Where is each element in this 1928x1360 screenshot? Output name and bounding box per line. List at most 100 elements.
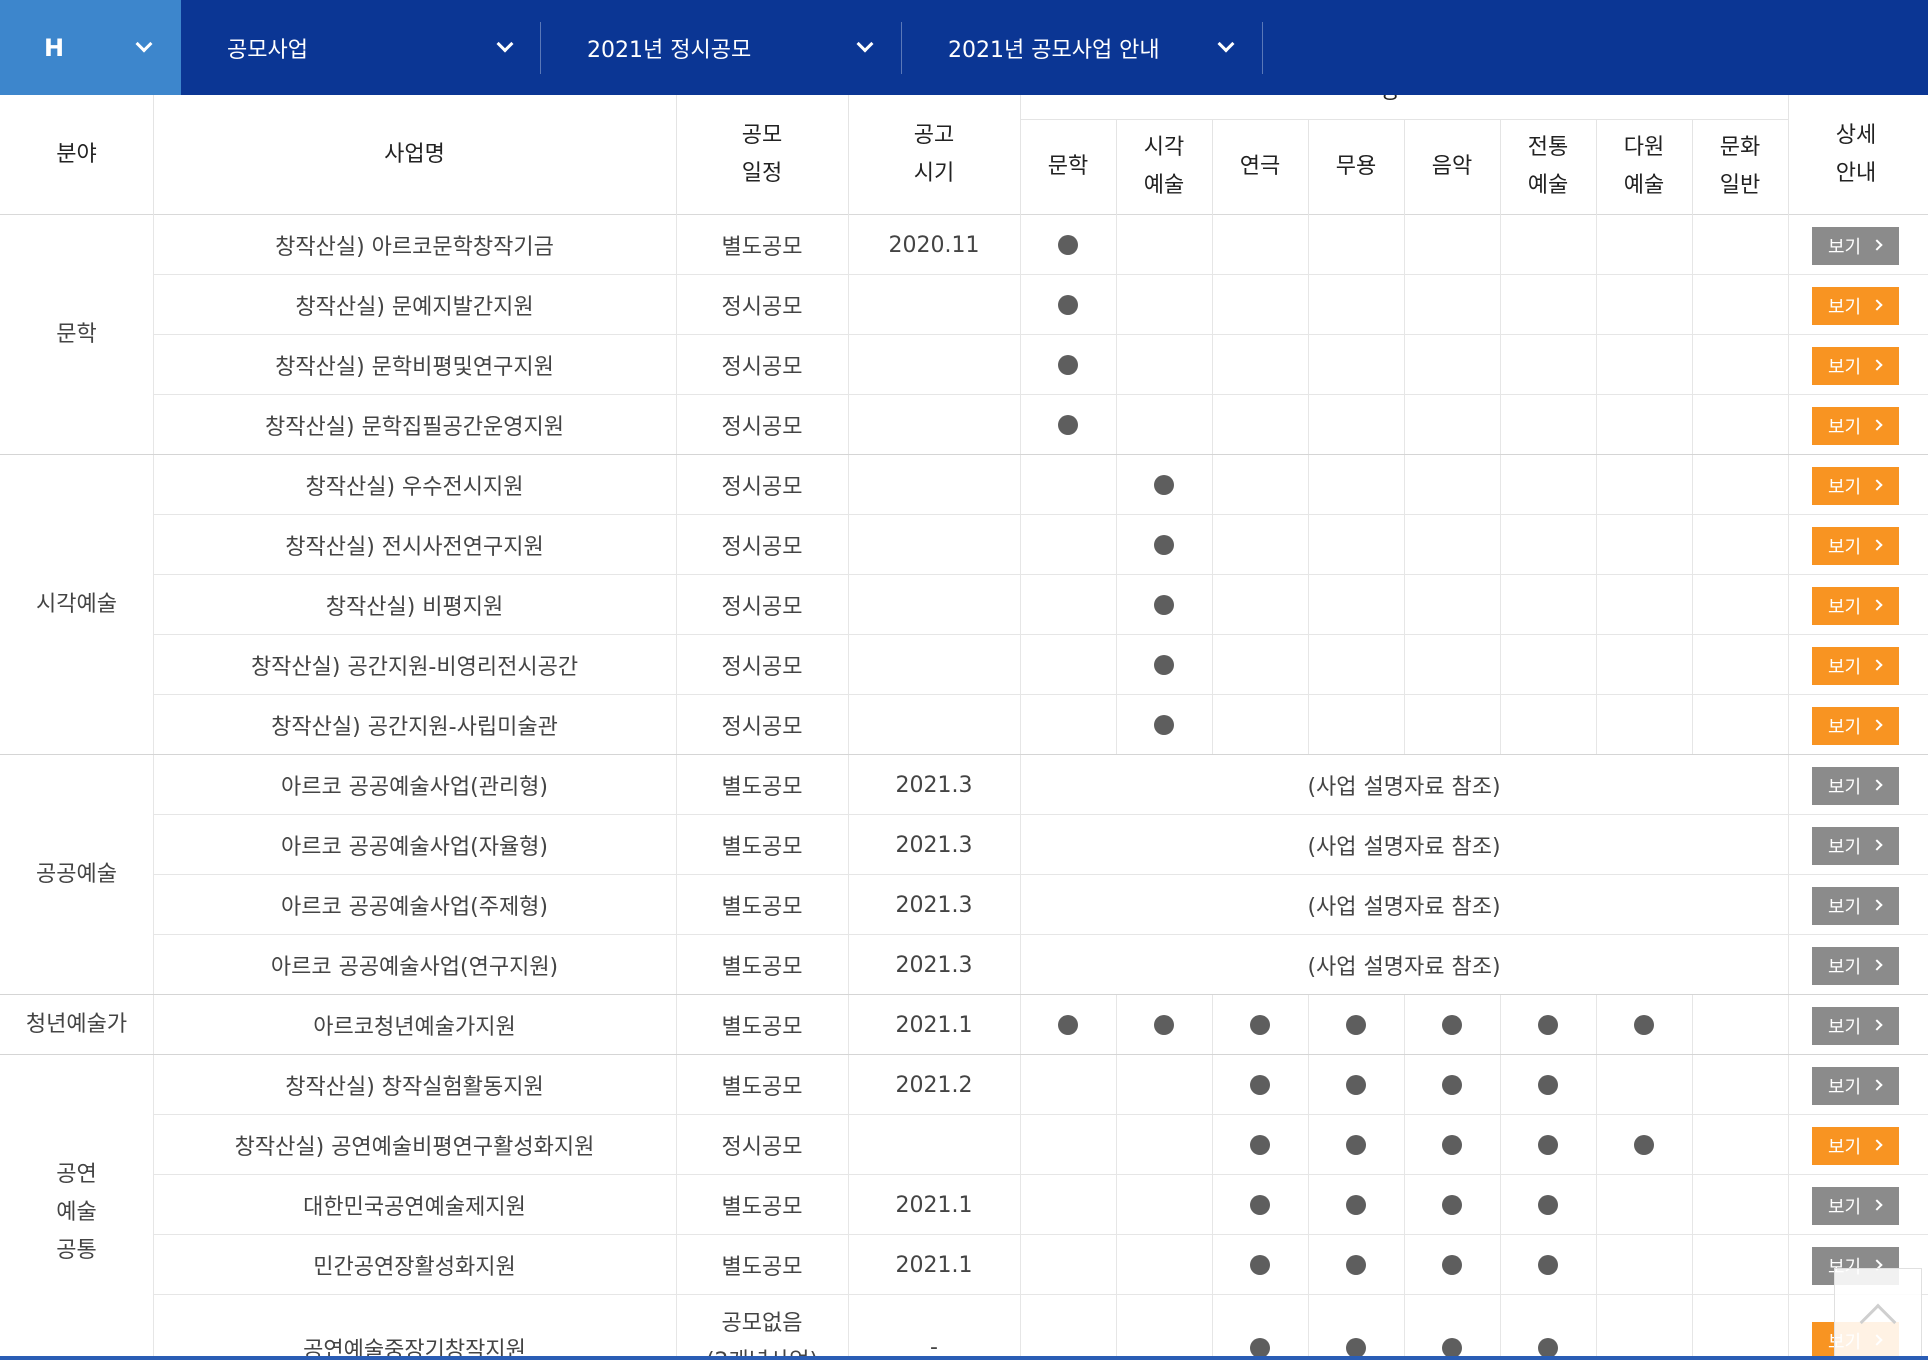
genre-cell: [1308, 635, 1404, 695]
table-row: 창작산실) 공연예술비평연구활성화지원 정시공모 보기: [0, 1115, 1928, 1175]
header-genre-line: 시각: [1143, 135, 1185, 160]
genre-cell: [1308, 575, 1404, 635]
header-genre-line: 일반: [1719, 173, 1761, 198]
genre-cell: [1692, 695, 1788, 755]
table-row: 창작산실) 우수전시지원 정시공모 보기: [0, 455, 1928, 515]
header-genre-line: 예술: [1623, 173, 1665, 198]
notice-cell: 2021.3: [895, 892, 973, 918]
nav-menu-3[interactable]: 2021년 공모사업 안내: [902, 0, 1262, 95]
column-divider: [1116, 1175, 1117, 1235]
view-button[interactable]: 보기: [1812, 767, 1899, 805]
genre-cell: [1500, 695, 1596, 755]
schedule-cell: 별도공모: [721, 775, 803, 800]
column-divider: [1020, 1235, 1021, 1295]
genre-cell: [1596, 575, 1692, 635]
genre-cell: [1212, 335, 1308, 395]
scroll-to-top-button[interactable]: [1834, 1268, 1922, 1360]
table-row: 창작산실) 문학집필공간운영지원 정시공모 보기: [0, 395, 1928, 455]
schedule-cell: 정시공모: [721, 475, 803, 500]
genre-cell: [1404, 275, 1500, 335]
view-button[interactable]: 보기: [1812, 1007, 1899, 1045]
header-detail: 상세 안내: [1788, 95, 1924, 215]
bullet-dot-icon: [1442, 1015, 1462, 1035]
bullet-dot-icon: [1250, 1075, 1270, 1095]
header-genre-line: 전통: [1527, 135, 1569, 160]
table-row: 아르코 공공예술사업(연구지원) 별도공모 2021.3 (사업 설명자료 참조) 보기: [0, 935, 1928, 995]
column-divider: [153, 995, 154, 1055]
genre-cell: [1116, 515, 1212, 575]
column-divider: [848, 695, 849, 755]
genre-cell: [1692, 1295, 1788, 1360]
notice-cell: [848, 455, 1020, 515]
view-button[interactable]: 보기: [1812, 467, 1899, 505]
column-divider: [1500, 1115, 1501, 1175]
column-divider: [1692, 455, 1693, 515]
genre-cell: [1500, 995, 1596, 1055]
column-divider: [1788, 575, 1789, 635]
bullet-dot-icon: [1154, 715, 1174, 735]
bullet-dot-icon: [1442, 1075, 1462, 1095]
genre-cell: [1116, 695, 1212, 755]
genre-cell: [1116, 1175, 1212, 1235]
chevron-right-icon: [1871, 779, 1883, 791]
column-divider: [1308, 1115, 1309, 1175]
genre-cell: [1212, 1235, 1308, 1295]
view-button[interactable]: 보기: [1812, 827, 1899, 865]
genre-cell: [1116, 635, 1212, 695]
column-divider: [1308, 995, 1309, 1055]
view-button[interactable]: 보기: [1812, 1127, 1899, 1165]
genre-cell: [1212, 575, 1308, 635]
reference-note: (사업 설명자료 참조): [1307, 895, 1501, 920]
view-button[interactable]: 보기: [1812, 1067, 1899, 1105]
view-button[interactable]: 보기: [1812, 587, 1899, 625]
view-button[interactable]: 보기: [1812, 647, 1899, 685]
column-divider: [1788, 1055, 1789, 1115]
genre-cell: [1596, 335, 1692, 395]
column-divider: [1692, 1295, 1693, 1360]
view-button[interactable]: 보기: [1812, 407, 1899, 445]
column-divider: [676, 455, 677, 515]
genre-cell: [1212, 515, 1308, 575]
header-project-name: 사업명: [384, 142, 445, 167]
genre-cell: [1308, 1295, 1404, 1360]
home-menu-button[interactable]: H: [0, 0, 181, 95]
bullet-dot-icon: [1538, 1015, 1558, 1035]
chevron-right-icon: [1871, 1079, 1883, 1091]
table-row: 창작산실) 창작실험활동지원 별도공모 2021.2 보기: [0, 1055, 1928, 1115]
column-divider: [848, 1055, 849, 1115]
chevron-right-icon: [1871, 239, 1883, 251]
nav-menu-1[interactable]: 공모사업: [181, 0, 541, 95]
field-line: 공공예술: [36, 862, 117, 887]
column-divider: [1404, 1115, 1405, 1175]
view-button[interactable]: 보기: [1812, 707, 1899, 745]
column-divider: [1020, 995, 1021, 1055]
header-notice-line: 시기: [913, 161, 955, 186]
table-header: 장르 분야 사업명 공모 일정 공고 시기 문학시각예술연극무용음악전통예술다원…: [0, 79, 1928, 215]
view-button[interactable]: 보기: [1812, 947, 1899, 985]
view-button[interactable]: 보기: [1812, 1187, 1899, 1225]
column-divider: [153, 695, 154, 755]
bullet-dot-icon: [1250, 1195, 1270, 1215]
nav-menu-2[interactable]: 2021년 정시공모: [541, 0, 901, 95]
view-button[interactable]: 보기: [1812, 347, 1899, 385]
column-divider: [1116, 215, 1117, 275]
column-divider: [1020, 395, 1021, 455]
table-row: 창작산실) 공간지원-사립미술관 정시공모 보기: [0, 695, 1928, 755]
view-button[interactable]: 보기: [1812, 527, 1899, 565]
bullet-dot-icon: [1442, 1255, 1462, 1275]
column-divider: [153, 515, 154, 575]
column-divider: [1020, 815, 1021, 875]
column-divider: [1308, 515, 1309, 575]
view-button[interactable]: 보기: [1812, 887, 1899, 925]
view-button[interactable]: 보기: [1812, 287, 1899, 325]
genre-cell: [1692, 635, 1788, 695]
notice-cell: [848, 1115, 1020, 1175]
view-button[interactable]: 보기: [1812, 227, 1899, 265]
column-divider: [1788, 1295, 1789, 1360]
table-row: 아르코 공공예술사업(자율형) 별도공모 2021.3 (사업 설명자료 참조) 보기: [0, 815, 1928, 875]
field-line: 공통: [56, 1237, 97, 1263]
view-button-label: 보기: [1828, 1197, 1862, 1217]
table-row: 아르코 공공예술사업(관리형) 별도공모 2021.3 (사업 설명자료 참조) 보기: [0, 755, 1928, 815]
genre-cell: [1404, 395, 1500, 455]
schedule-cell: 정시공모: [721, 655, 803, 680]
